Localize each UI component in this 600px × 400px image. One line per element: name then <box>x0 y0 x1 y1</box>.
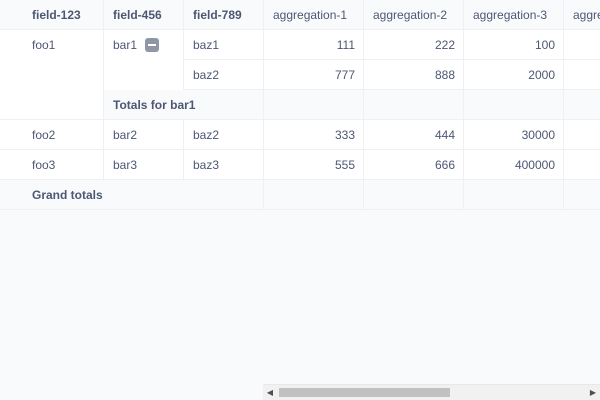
value-cell: 400000 <box>463 150 563 180</box>
value-cell <box>563 30 600 60</box>
row-cell-bar3: bar3 <box>103 150 183 180</box>
column-header-aggregation-1[interactable]: aggregation-1 <box>263 0 363 30</box>
row-cell-baz2: baz2 <box>183 60 263 90</box>
row-spacer <box>0 150 23 180</box>
row-spacer <box>0 180 23 210</box>
minus-square-icon[interactable] <box>145 37 160 52</box>
value-cell: 333 <box>263 120 363 150</box>
chevron-right-icon[interactable]: ▶ <box>586 385 600 400</box>
row-cell-bar1-label: bar1 <box>113 38 138 52</box>
grand-total-label: Grand totals <box>23 180 263 210</box>
grand-total-cell <box>363 180 463 210</box>
row-header-field-789[interactable]: field-789 <box>183 0 263 30</box>
row-cell-baz3: baz3 <box>183 150 263 180</box>
row-cell-bar2: bar2 <box>103 120 183 150</box>
column-header-aggregation-2[interactable]: aggregation-2 <box>363 0 463 30</box>
value-cell: 2000 <box>463 60 563 90</box>
column-header-aggregation-3[interactable]: aggregation-3 <box>463 0 563 30</box>
header-spacer <box>0 0 23 30</box>
value-cell: 100 <box>463 30 563 60</box>
value-cell: 111 <box>263 30 363 60</box>
row-header-field-123[interactable]: field-123 <box>23 0 103 30</box>
grand-total-cell <box>263 180 363 210</box>
subtotal-cell <box>463 90 563 120</box>
grand-total-cell <box>463 180 563 210</box>
value-cell <box>563 120 600 150</box>
subtotal-cell <box>563 90 600 120</box>
row-cell-baz1: baz1 <box>183 30 263 60</box>
value-cell: 777 <box>263 60 363 90</box>
horizontal-scrollbar[interactable]: ◀ ▶ <box>263 384 600 400</box>
value-cell <box>563 60 600 90</box>
row-cell-baz2: baz2 <box>183 120 263 150</box>
value-cell: 444 <box>363 120 463 150</box>
pivot-table: field-123 field-456 field-789 aggregatio… <box>0 0 600 210</box>
scrollbar-thumb[interactable] <box>279 388 450 397</box>
row-cell-foo3: foo3 <box>23 150 103 180</box>
row-spacer <box>0 120 23 150</box>
value-cell: 555 <box>263 150 363 180</box>
row-cell-bar1: bar1 <box>103 30 183 90</box>
value-cell: 888 <box>363 60 463 90</box>
row-cell-foo2: foo2 <box>23 120 103 150</box>
subtotal-cell <box>363 90 463 120</box>
chevron-left-icon[interactable]: ◀ <box>263 385 277 400</box>
value-cell <box>563 150 600 180</box>
grand-total-cell <box>563 180 600 210</box>
row-cell-foo1: foo1 <box>23 30 103 120</box>
row-spacer <box>0 30 23 120</box>
value-cell: 222 <box>363 30 463 60</box>
value-cell: 666 <box>363 150 463 180</box>
value-cell: 30000 <box>463 120 563 150</box>
subtotal-label: Totals for bar1 <box>103 90 263 120</box>
column-header-aggregation-4[interactable]: aggre <box>563 0 600 30</box>
subtotal-cell <box>263 90 363 120</box>
row-header-field-456[interactable]: field-456 <box>103 0 183 30</box>
